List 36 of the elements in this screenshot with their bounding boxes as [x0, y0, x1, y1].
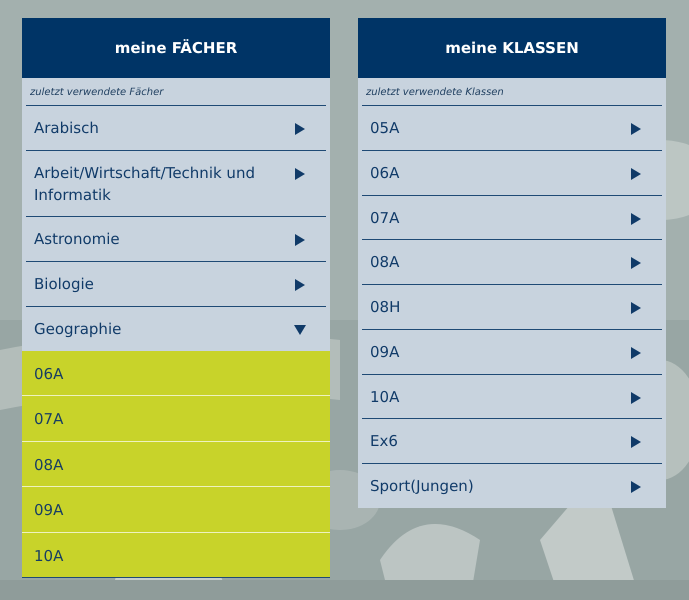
- list-item[interactable]: Arabisch: [26, 106, 326, 151]
- caret-right-icon: [630, 392, 642, 404]
- list-item[interactable]: 07A: [362, 196, 662, 240]
- panel-subtitle: zuletzt verwendete Fächer: [26, 78, 326, 106]
- panel-title: meine FÄCHER: [22, 18, 330, 78]
- list-item[interactable]: Biologie: [26, 262, 326, 307]
- list-item[interactable]: 08A: [362, 240, 662, 285]
- panel-title: meine KLASSEN: [358, 18, 666, 78]
- sub-item[interactable]: 07A: [22, 396, 330, 442]
- caret-right-icon: [630, 436, 642, 448]
- sub-item[interactable]: 10A: [22, 532, 330, 577]
- list-item[interactable]: 08H: [362, 285, 662, 330]
- sub-item[interactable]: 09A: [22, 487, 330, 532]
- list-item[interactable]: Geographie: [26, 306, 326, 350]
- list-item[interactable]: 10A: [362, 374, 662, 420]
- caret-down-icon: [294, 324, 306, 336]
- caret-right-icon: [630, 257, 642, 270]
- list-item[interactable]: 05A: [362, 106, 662, 151]
- list-item[interactable]: Ex6: [362, 419, 662, 464]
- sub-item[interactable]: 06A: [22, 350, 330, 396]
- list-item[interactable]: 06A: [362, 150, 662, 196]
- caret-right-icon: [294, 168, 306, 180]
- caret-right-icon: [294, 234, 306, 246]
- list-item[interactable]: 09A: [362, 330, 662, 374]
- caret-right-icon: [630, 123, 642, 135]
- caret-right-icon: [630, 346, 642, 359]
- panel-subtitle: zuletzt verwendete Klassen: [362, 78, 662, 106]
- list-item[interactable]: Sport(Jungen): [362, 464, 662, 508]
- caret-right-icon: [630, 302, 642, 314]
- caret-right-icon: [630, 212, 642, 224]
- list-item[interactable]: Astronomie: [26, 217, 326, 262]
- caret-right-icon: [294, 279, 306, 291]
- caret-right-icon: [630, 168, 642, 180]
- sub-item[interactable]: 08A: [22, 442, 330, 487]
- list-item[interactable]: Arbeit/Wirtschaft/Technik und Informatik: [26, 150, 326, 218]
- caret-right-icon: [294, 123, 306, 135]
